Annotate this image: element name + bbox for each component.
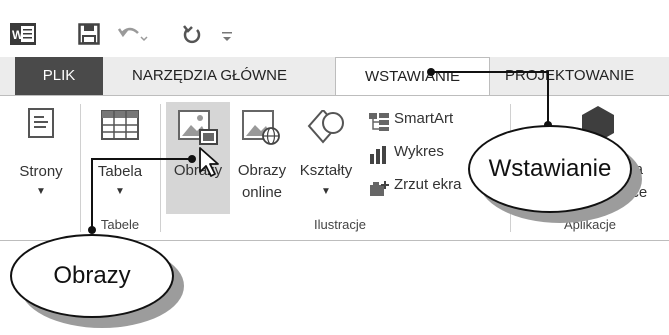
undo-icon[interactable] bbox=[118, 23, 148, 45]
tab-insert[interactable]: WSTAWIANIE bbox=[335, 57, 490, 98]
pages-label: Strony bbox=[19, 163, 63, 180]
chevron-down-icon: ▼ bbox=[321, 186, 331, 197]
shapes-label: Kształty bbox=[299, 162, 353, 179]
online-pictures-button[interactable]: Obrazy online bbox=[232, 102, 292, 214]
apps-label-line1: lla bbox=[628, 161, 644, 178]
table-button[interactable]: Tabela ▼ bbox=[90, 106, 150, 216]
online-picture-icon bbox=[242, 110, 280, 145]
redo-icon[interactable] bbox=[182, 23, 202, 45]
ribbon-tab-bar: PLIK NARZĘDZIA GŁÓWNE WSTAWIANIE PROJEKT… bbox=[0, 57, 669, 98]
word-icon[interactable]: W bbox=[10, 23, 36, 45]
callout-pictures: Obrazy bbox=[10, 234, 174, 318]
callout-connector bbox=[430, 71, 548, 73]
online-pictures-label-line1: Obrazy bbox=[237, 162, 287, 179]
online-pictures-label-line2: online bbox=[241, 184, 283, 201]
customize-qat-icon[interactable] bbox=[220, 23, 234, 45]
callout-pictures-text: Obrazy bbox=[53, 262, 131, 289]
callout-connector bbox=[547, 71, 549, 126]
chart-icon bbox=[370, 146, 386, 164]
pages-button[interactable]: Strony ▼ bbox=[16, 106, 66, 216]
group-label-tables: Tabele bbox=[100, 217, 140, 232]
tab-home[interactable]: NARZĘDZIA GŁÓWNE bbox=[132, 57, 328, 95]
svg-text:W: W bbox=[12, 28, 24, 42]
group-label-illustrations: Ilustracje bbox=[313, 217, 367, 232]
save-icon[interactable] bbox=[78, 23, 100, 45]
screenshot-label: Zrzut ekra bbox=[394, 176, 462, 193]
smartart-label: SmartArt bbox=[394, 110, 454, 127]
tab-file[interactable]: PLIK bbox=[15, 57, 103, 95]
chevron-down-icon: ▼ bbox=[36, 186, 46, 197]
callout-dot bbox=[88, 226, 96, 234]
callout-connector bbox=[91, 158, 93, 230]
table-label: Tabela bbox=[97, 163, 143, 180]
callout-dot bbox=[427, 68, 435, 76]
screenshot-button[interactable]: Zrzut ekra bbox=[368, 176, 478, 198]
chart-label: Wykres bbox=[394, 143, 444, 160]
chevron-down-icon: ▼ bbox=[115, 186, 125, 197]
group-divider bbox=[80, 104, 81, 232]
screenshot-icon bbox=[370, 181, 389, 196]
group-label-apps: Aplikacje bbox=[563, 217, 617, 232]
group-divider bbox=[160, 104, 161, 232]
shapes-icon bbox=[307, 110, 344, 144]
callout-dot bbox=[188, 155, 196, 163]
tab-design[interactable]: PROJEKTOWANIE bbox=[505, 57, 665, 95]
cursor-icon bbox=[199, 147, 219, 177]
callout-insert: Wstawianie bbox=[468, 125, 632, 213]
table-icon bbox=[101, 110, 139, 140]
picture-icon bbox=[178, 110, 218, 145]
pages-icon bbox=[28, 108, 54, 138]
smartart-icon bbox=[369, 113, 389, 131]
apps-label-line2: ice bbox=[628, 184, 648, 201]
callout-connector bbox=[92, 158, 192, 160]
shapes-button[interactable]: Kształty ▼ bbox=[294, 102, 358, 214]
quick-access-toolbar: W bbox=[0, 0, 669, 60]
callout-insert-text: Wstawianie bbox=[488, 155, 612, 182]
